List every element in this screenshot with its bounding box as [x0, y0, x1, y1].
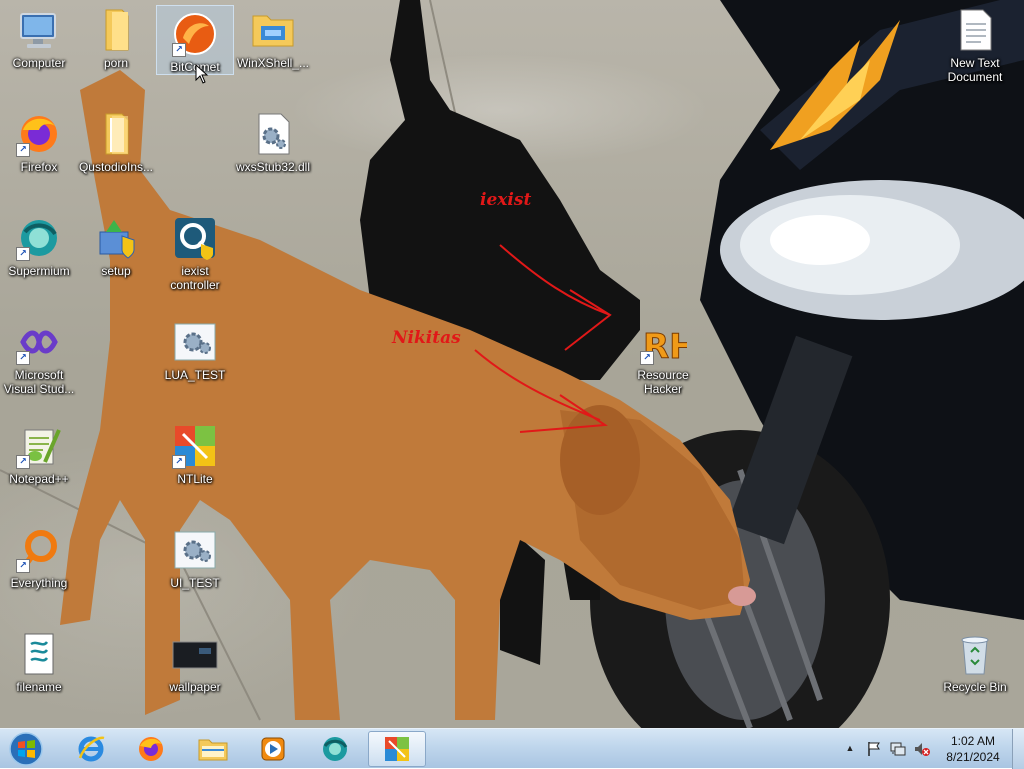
taskbar-firefox[interactable] [122, 731, 180, 767]
media-player-icon [261, 737, 285, 761]
desktop-icon-visual-studio[interactable]: ↗ Microsoft Visual Stud... [1, 314, 77, 396]
desktop-icon-recycle-bin[interactable]: Recycle Bin [937, 626, 1013, 694]
internet-explorer-icon [78, 736, 105, 762]
bitcomet-icon: ↗ [171, 10, 219, 58]
script-file-icon [15, 630, 63, 678]
icon-label: filename [16, 680, 62, 694]
desktop-icon-supermium[interactable]: ↗ Supermium [1, 210, 77, 278]
ntlite-icon: ↗ [171, 422, 219, 470]
icon-label: Everything [10, 576, 68, 590]
icon-label: wallpaper [169, 680, 221, 694]
desktop-icon-resource-hacker[interactable]: RH ↗ Resource Hacker [625, 314, 701, 397]
iexist-controller-icon [171, 214, 219, 262]
icon-label: NTLite [177, 472, 213, 486]
desktop-icon-everything[interactable]: ↗ Everything [1, 522, 77, 590]
icon-label: setup [101, 264, 131, 278]
annotation-nikitas: Nikitas [392, 328, 461, 348]
show-hidden-icons-chevron[interactable]: ▲ [844, 743, 856, 755]
desktop-icon-notepadpp[interactable]: ↗ Notepad++ [1, 418, 77, 486]
desktop-icon-wxsstub32[interactable]: wxsStub32.dll [235, 106, 311, 174]
desktop-icon-ntlite[interactable]: ↗ NTLite [157, 418, 233, 486]
shortcut-arrow-icon: ↗ [172, 43, 186, 57]
desktop-icon-qustodio[interactable]: QustodioIns... [78, 106, 154, 174]
windows-orb-icon [9, 732, 43, 766]
icon-label: UI_TEST [170, 576, 220, 590]
desktop-icon-filename[interactable]: filename [1, 626, 77, 694]
image-file-icon [171, 630, 219, 678]
taskbar-media-player[interactable] [244, 731, 302, 767]
start-button[interactable] [6, 731, 46, 767]
volume-muted-icon[interactable] [914, 741, 930, 757]
taskbar: ▲ 1:02 AM 8/21/2024 [0, 728, 1024, 769]
shortcut-arrow-icon: ↗ [16, 351, 30, 365]
icon-label: Supermium [8, 264, 70, 278]
action-center-flag-icon[interactable] [866, 741, 882, 757]
desktop-icon-lua-test[interactable]: LUA_TEST [157, 314, 233, 382]
icon-label: Microsoft Visual Stud... [3, 368, 75, 396]
icon-label: iexist controller [170, 264, 220, 292]
installer-icon [92, 214, 140, 262]
ntlite-icon [385, 737, 409, 761]
taskbar-file-explorer[interactable] [184, 731, 242, 767]
icon-label: WinXShell_... [236, 56, 310, 70]
icon-label: QustodioIns... [78, 160, 154, 174]
supermium-icon: ↗ [15, 214, 63, 262]
supermium-icon [323, 737, 348, 761]
icon-label: Notepad++ [9, 472, 69, 486]
desktop-icon-porn[interactable]: porn [78, 2, 154, 70]
shortcut-arrow-icon: ↗ [172, 455, 186, 469]
taskbar-internet-explorer[interactable] [62, 731, 120, 767]
desktop-icon-ui-test[interactable]: UI_TEST [157, 522, 233, 590]
desktop-icon-computer[interactable]: Computer [1, 2, 77, 70]
icon-label: Recycle Bin [943, 680, 1007, 694]
taskbar-supermium[interactable] [306, 731, 364, 767]
dll-file-icon [249, 110, 297, 158]
shortcut-arrow-icon: ↗ [16, 247, 30, 261]
icon-label: LUA_TEST [164, 368, 226, 382]
shortcut-arrow-icon: ↗ [16, 559, 30, 573]
network-icon[interactable] [890, 741, 906, 757]
folder-icon [92, 110, 140, 158]
firefox-icon: ↗ [15, 110, 63, 158]
desktop-icon-winxshell[interactable]: WinXShell_... [235, 2, 311, 70]
mouse-cursor-icon [195, 64, 209, 84]
icon-label: wxsStub32.dll [235, 160, 311, 174]
explorer-folder-icon [198, 739, 228, 761]
icon-label: Resource Hacker [637, 368, 689, 396]
desktop-icon-iexist-controller[interactable]: iexist controller [157, 210, 233, 292]
desktop-icon-firefox[interactable]: ↗ Firefox [1, 106, 77, 174]
visual-studio-icon: ↗ [15, 318, 63, 366]
desktop-icon-new-text-document[interactable]: New Text Document [937, 2, 1013, 84]
desktop-icon-wallpaper[interactable]: wallpaper [157, 626, 233, 694]
notepadpp-icon: ↗ [15, 422, 63, 470]
gear-file-icon [171, 318, 219, 366]
system-clock[interactable]: 1:02 AM 8/21/2024 [934, 733, 1012, 765]
everything-search-icon: ↗ [15, 526, 63, 574]
desktop[interactable]: iexist Nikitas Computer ↗ Firefox ↗ Supe… [0, 0, 1024, 728]
firefox-icon [139, 737, 163, 761]
resource-hacker-icon: RH ↗ [639, 318, 698, 368]
gear-file-icon [171, 526, 219, 574]
shortcut-arrow-icon: ↗ [16, 143, 30, 157]
icon-label: Firefox [20, 160, 58, 174]
clock-date: 8/21/2024 [946, 750, 1000, 764]
computer-icon [15, 6, 63, 54]
text-file-icon [951, 6, 999, 54]
annotation-iexist: iexist [480, 190, 532, 210]
folder-icon [249, 6, 297, 54]
clock-time: 1:02 AM [950, 734, 996, 748]
folder-icon [92, 6, 140, 54]
desktop-icon-setup[interactable]: setup [78, 210, 154, 278]
taskbar-ntlite[interactable] [368, 731, 426, 767]
icon-label: porn [103, 56, 129, 70]
icon-label: New Text Document [947, 56, 1003, 84]
shortcut-arrow-icon: ↗ [16, 455, 30, 469]
recycle-bin-icon [951, 630, 999, 678]
shortcut-arrow-icon: ↗ [640, 351, 654, 365]
show-desktop-button[interactable] [1012, 729, 1024, 769]
icon-label: Computer [12, 56, 66, 70]
